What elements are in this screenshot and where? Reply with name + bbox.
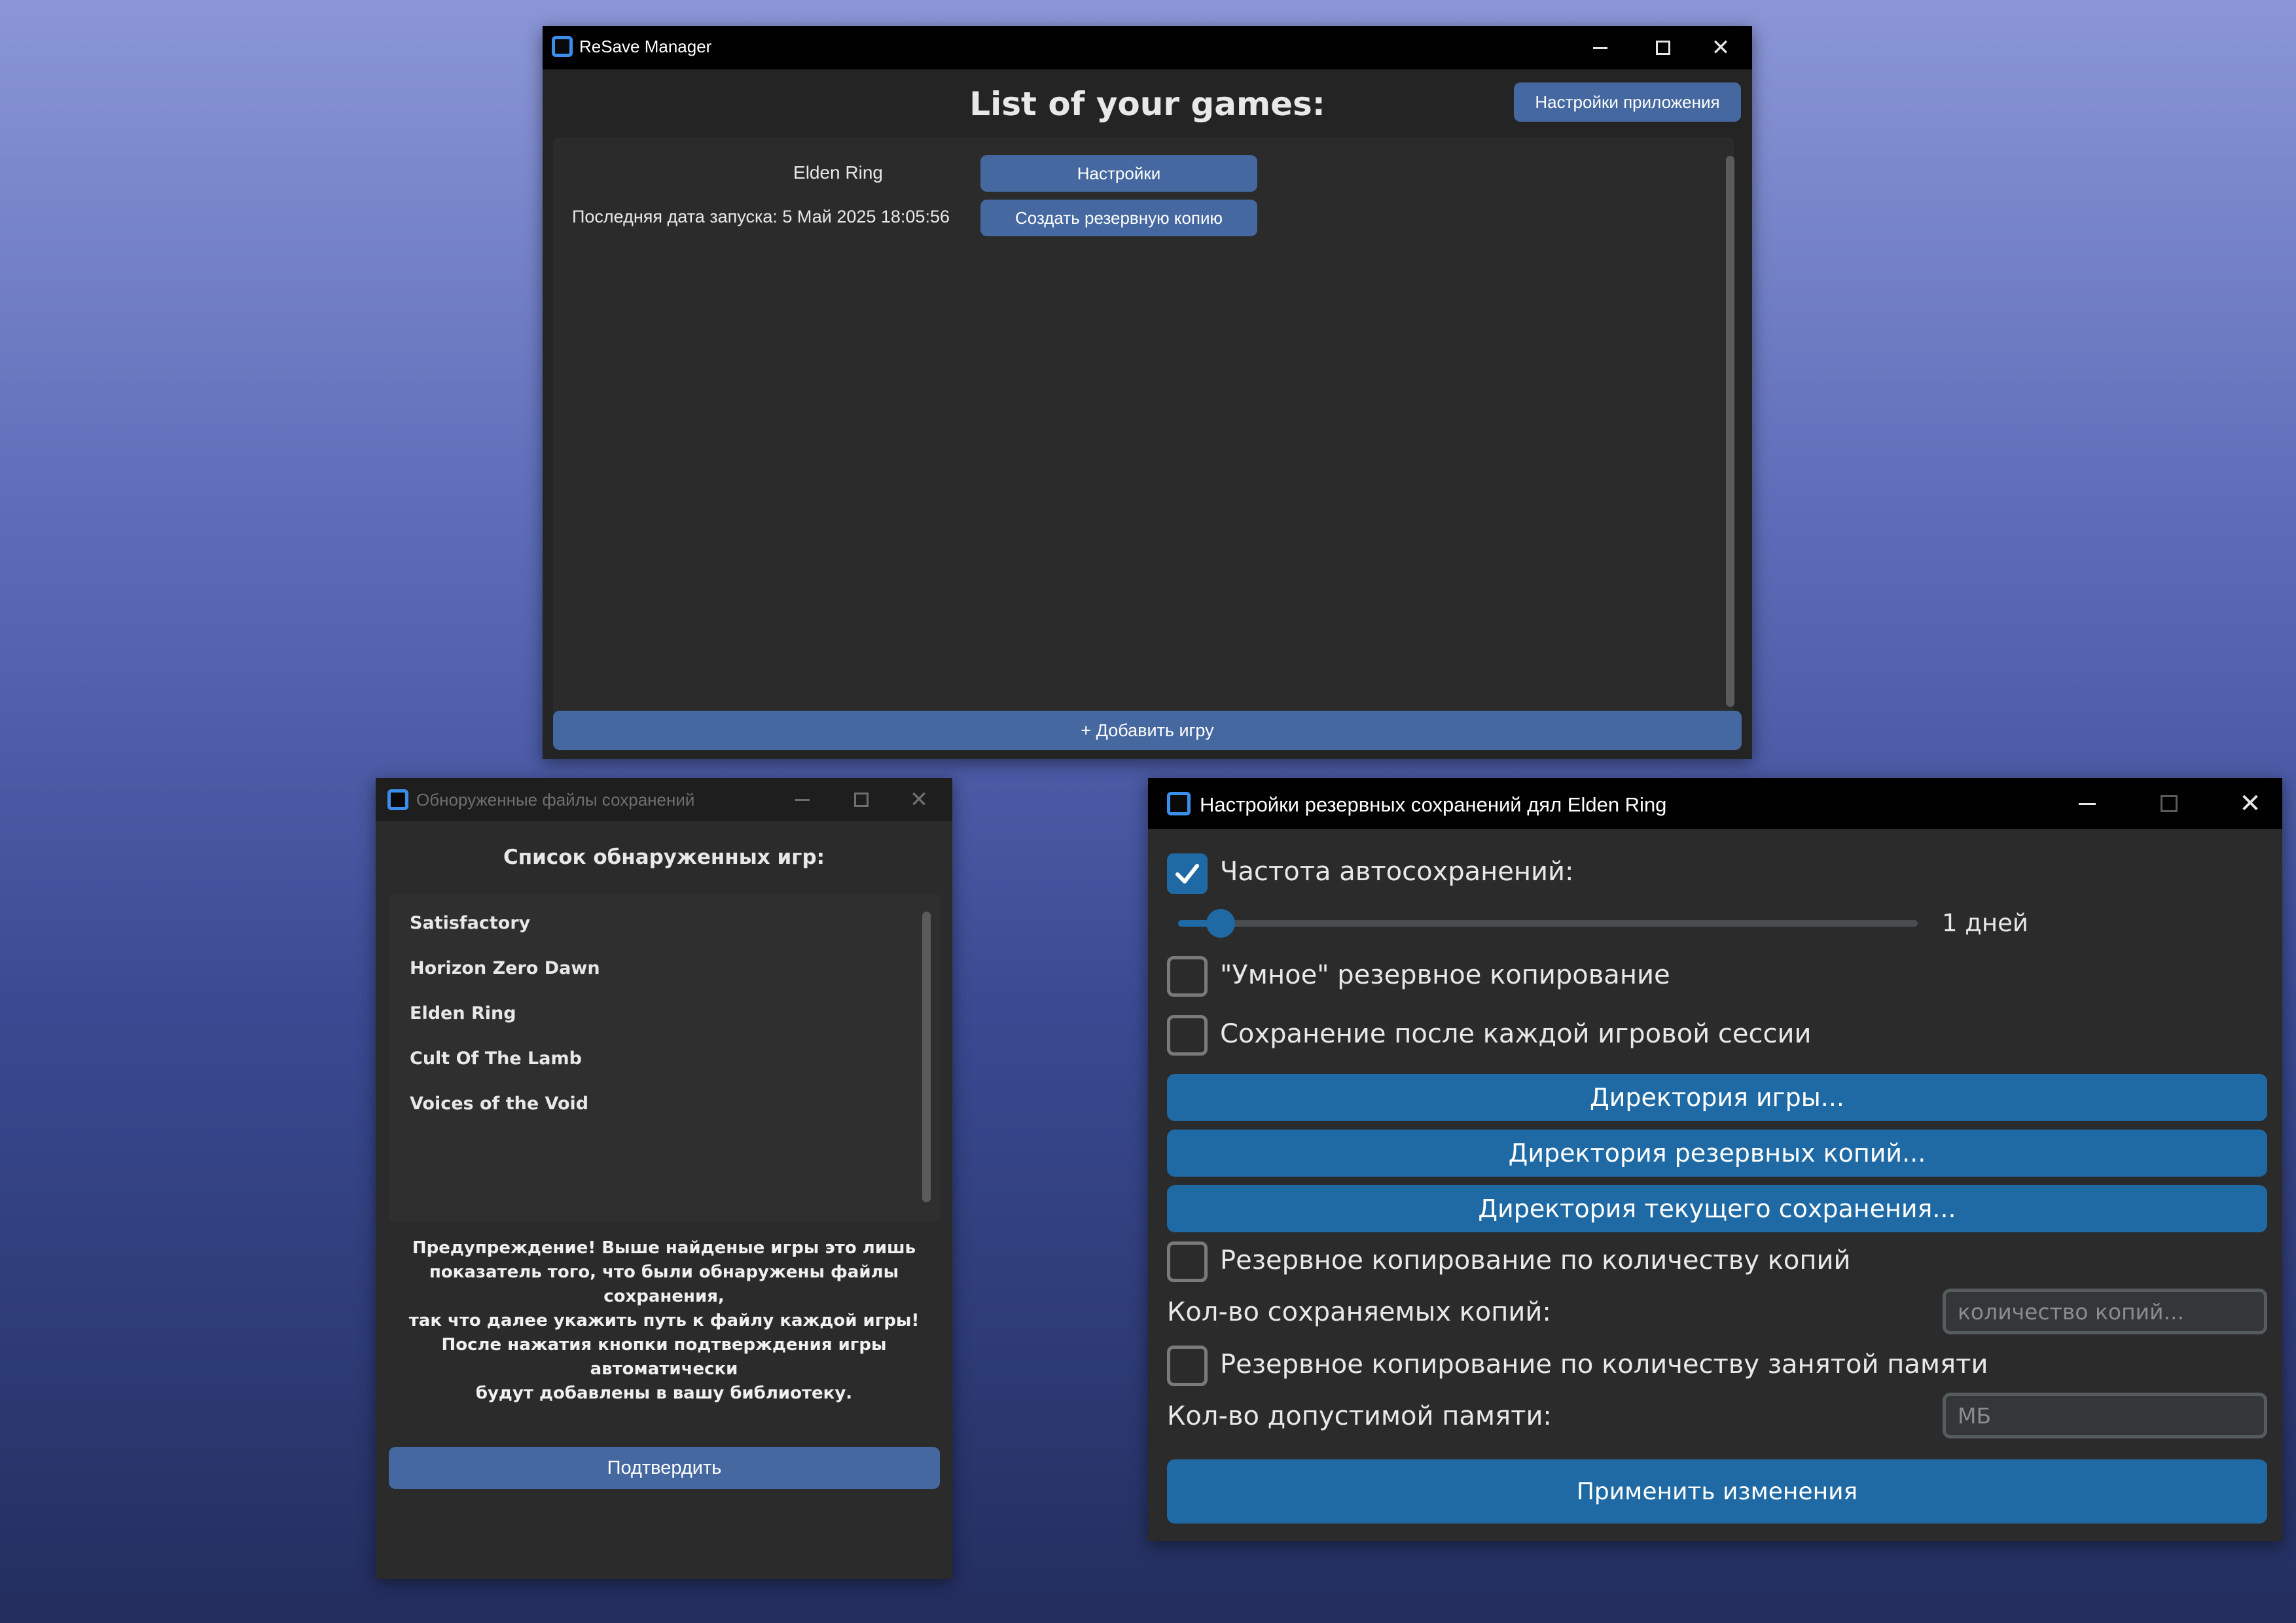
current-save-directory-button[interactable]: Директория текущего сохранения... [1167, 1185, 2267, 1232]
slider-track [1178, 920, 1918, 927]
copies-count-input[interactable]: количество копий... [1943, 1289, 2267, 1334]
session-backup-label: Сохранение после каждой игровой сессии [1220, 1019, 1812, 1049]
last-launch-date: Последняя дата запуска: 5 Май 2025 18:05… [572, 207, 950, 226]
minimize-button[interactable] [776, 778, 829, 821]
game-name: Elden Ring [793, 162, 883, 183]
create-backup-button[interactable]: Создать резервную копию [980, 200, 1257, 236]
list-item[interactable]: Elden Ring [410, 1003, 516, 1024]
game-directory-button[interactable]: Директория игры... [1167, 1074, 2267, 1121]
slider-value: 1 дней [1942, 909, 2028, 937]
window-title: Настройки резервных сохранений дял Elden… [1200, 793, 1667, 816]
maximize-button[interactable] [842, 778, 881, 821]
games-list-scrollbar[interactable] [1726, 156, 1734, 707]
maximize-icon [854, 793, 869, 807]
close-button[interactable]: ✕ [1689, 26, 1752, 69]
list-item[interactable]: Horizon Zero Dawn [410, 958, 600, 978]
app-settings-button[interactable]: Настройки приложения [1514, 82, 1741, 122]
window-title: ReSave Manager [579, 37, 712, 56]
close-icon: ✕ [2239, 789, 2261, 819]
memory-limit-label: Кол-во допустимой памяти: [1167, 1401, 1552, 1431]
smart-backup-label: "Умное" резервное копирование [1220, 960, 1670, 990]
minimize-icon [2079, 802, 2096, 805]
apply-changes-button[interactable]: Применить изменения [1167, 1459, 2267, 1524]
autosave-label: Частота автосохранений: [1220, 857, 1574, 887]
detected-saves-window: Обноруженные файлы сохранений ✕ Список о… [376, 778, 952, 1579]
game-settings-button[interactable]: Настройки [980, 155, 1257, 192]
maximize-button[interactable] [2136, 778, 2202, 829]
copies-count-label: Кол-во сохраняемых копий: [1167, 1297, 1551, 1327]
minimize-icon [1593, 46, 1607, 49]
app-icon [387, 789, 408, 810]
smart-backup-checkbox[interactable] [1167, 956, 1208, 997]
count-backup-label: Резервное копирование по количеству копи… [1220, 1245, 1851, 1275]
confirm-button[interactable]: Подтвердить [389, 1447, 940, 1489]
detected-games-heading: Список обнаруженных игр: [503, 846, 825, 869]
count-backup-checkbox[interactable] [1167, 1241, 1208, 1282]
warning-line: так что далее укажить путь к файлу каждо… [408, 1311, 920, 1330]
warning-text: Предупреждение! Выше найденые игры это л… [376, 1236, 952, 1406]
app-icon [1167, 792, 1191, 815]
checkmark-icon [1175, 864, 1199, 883]
minimize-button[interactable] [1569, 26, 1632, 69]
list-item[interactable]: Cult Of The Lamb [410, 1048, 582, 1069]
warning-line: Предупреждение! Выше найденые игры это л… [412, 1238, 916, 1258]
main-window: ReSave Manager ✕ List of your games: Нас… [543, 26, 1752, 759]
warning-line: показатель того, что были обнаружены фай… [429, 1262, 899, 1306]
warning-line: После нажатия кнопки подтверждения игры … [441, 1335, 887, 1379]
detected-titlebar[interactable]: Обноруженные файлы сохранений ✕ [376, 778, 952, 821]
minimize-button[interactable] [2054, 778, 2120, 829]
backup-settings-window: Настройки резервных сохранений дял Elden… [1148, 778, 2282, 1541]
detected-games-list: Satisfactory Horizon Zero Dawn Elden Rin… [389, 893, 940, 1222]
add-game-button[interactable]: + Добавить игру [553, 711, 1742, 750]
list-item[interactable]: Voices of the Void [410, 1094, 588, 1114]
main-titlebar[interactable]: ReSave Manager ✕ [543, 26, 1752, 69]
warning-line: будут добавлены в вашу библиотеку. [475, 1383, 853, 1403]
close-icon: ✕ [1711, 35, 1731, 61]
maximize-icon [1656, 41, 1670, 55]
copies-count-placeholder: количество копий... [1958, 1298, 2185, 1325]
detected-list-scrollbar[interactable] [922, 912, 931, 1202]
memory-backup-label: Резервное копирование по количеству заня… [1220, 1349, 1988, 1380]
slider-handle[interactable] [1206, 909, 1236, 938]
memory-limit-placeholder: МБ [1958, 1402, 1992, 1429]
backup-directory-button[interactable]: Директория резервных копий... [1167, 1130, 2267, 1177]
memory-backup-checkbox[interactable] [1167, 1346, 1208, 1386]
close-icon: ✕ [909, 787, 929, 813]
settings-titlebar[interactable]: Настройки резервных сохранений дял Elden… [1148, 778, 2282, 829]
maximize-icon [2161, 795, 2178, 812]
close-button[interactable]: ✕ [893, 778, 945, 821]
autosave-slider[interactable] [1178, 909, 1918, 938]
close-button[interactable]: ✕ [2218, 778, 2282, 829]
window-title: Обноруженные файлы сохранений [416, 790, 695, 810]
list-item[interactable]: Satisfactory [410, 913, 530, 933]
memory-limit-input[interactable]: МБ [1943, 1393, 2267, 1438]
autosave-checkbox[interactable] [1167, 853, 1208, 894]
app-icon [552, 36, 573, 57]
session-backup-checkbox[interactable] [1167, 1015, 1208, 1056]
minimize-icon [795, 798, 810, 801]
maximize-button[interactable] [1632, 26, 1695, 69]
